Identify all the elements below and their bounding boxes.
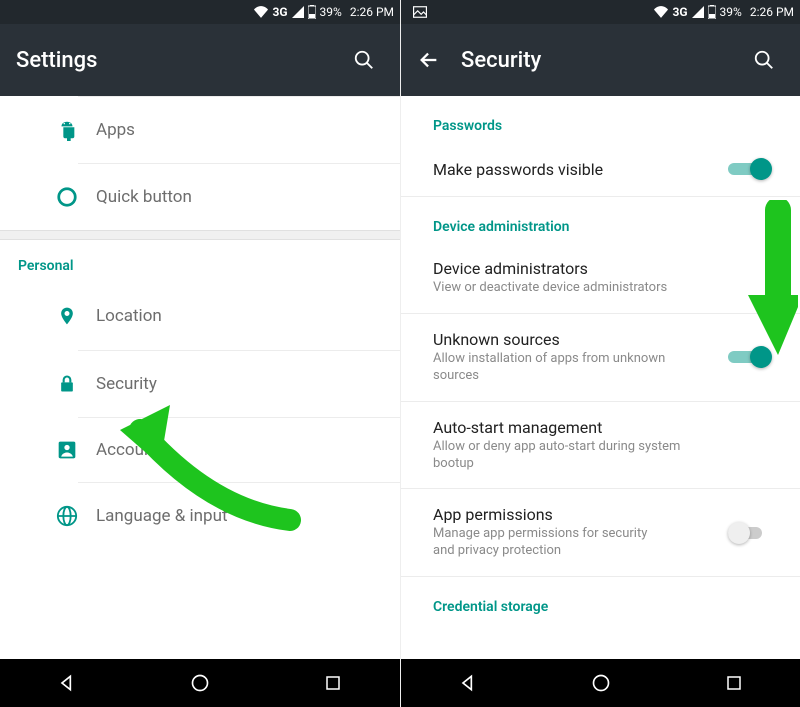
account-icon [38, 440, 96, 460]
settings-list: Apps Quick button Personal Location [0, 96, 400, 659]
row-label: Quick button [96, 187, 192, 207]
status-bar: 3G 39% 2:26 PM [0, 0, 400, 24]
search-icon[interactable] [744, 40, 784, 80]
pref-title: Auto-start management [433, 418, 708, 437]
security-screen: 3G 39% 2:26 PM Security Passwords Make p… [400, 0, 800, 707]
row-security[interactable]: Security [78, 350, 400, 417]
status-bar: 3G 39% 2:26 PM [401, 0, 800, 24]
nav-home[interactable] [170, 663, 230, 703]
nav-back[interactable] [37, 663, 97, 703]
pref-app-permissions[interactable]: App permissions Manage app permissions f… [401, 489, 800, 577]
circle-icon [38, 186, 96, 208]
toolbar: Settings [0, 24, 400, 96]
switch-passwords-visible[interactable] [728, 158, 768, 180]
pref-subtitle: Manage app permissions for security and … [433, 526, 668, 560]
settings-screen: 3G 39% 2:26 PM Settings Apps [0, 0, 400, 707]
pref-unknown-sources[interactable]: Unknown sources Allow installation of ap… [401, 314, 800, 402]
row-location[interactable]: Location [78, 282, 400, 350]
signal-icon [692, 6, 704, 18]
pref-title: App permissions [433, 505, 668, 524]
row-quick-button[interactable]: Quick button [78, 163, 400, 230]
search-icon[interactable] [344, 40, 384, 80]
pref-auto-start[interactable]: Auto-start management Allow or deny app … [401, 402, 800, 490]
picture-icon [413, 6, 427, 18]
section-header-device-admin: Device administration [401, 197, 800, 243]
battery-icon [308, 5, 316, 19]
section-divider [0, 230, 400, 240]
pref-subtitle: Allow installation of apps from unknown … [433, 351, 668, 385]
pref-device-administrators[interactable]: Device administrators View or deactivate… [401, 243, 800, 314]
pref-title: Device administrators [433, 259, 708, 278]
network-label: 3G [272, 5, 287, 19]
row-language-input[interactable]: Language & input [78, 482, 400, 549]
section-header-passwords: Passwords [401, 96, 800, 142]
nav-bar [401, 659, 800, 707]
row-label: Accounts [96, 440, 168, 460]
battery-icon [708, 5, 716, 19]
section-header-personal: Personal [0, 240, 400, 282]
battery-percent: 39% [720, 5, 742, 19]
nav-bar [0, 659, 400, 707]
pref-title: Make passwords visible [433, 160, 668, 179]
pref-subtitle: Allow or deny app auto-start during syst… [433, 439, 708, 473]
toolbar: Security [401, 24, 800, 96]
nav-back[interactable] [438, 663, 498, 703]
page-title: Settings [16, 48, 344, 73]
row-label: Location [96, 306, 162, 326]
network-label: 3G [672, 5, 687, 19]
globe-icon [38, 505, 96, 527]
nav-recent[interactable] [704, 663, 764, 703]
nav-home[interactable] [571, 663, 631, 703]
android-icon [38, 119, 96, 141]
wifi-icon [654, 6, 668, 18]
clock: 2:26 PM [750, 5, 794, 19]
row-label: Language & input [96, 506, 228, 526]
security-list: Passwords Make passwords visible Device … [401, 96, 800, 659]
page-title: Security [461, 48, 744, 73]
location-pin-icon [38, 304, 96, 328]
switch-unknown-sources[interactable] [728, 346, 768, 368]
row-accounts[interactable]: Accounts [78, 417, 400, 482]
section-header-credential-storage: Credential storage [401, 577, 800, 623]
battery-percent: 39% [320, 5, 342, 19]
row-label: Security [96, 374, 157, 394]
wifi-icon [254, 6, 268, 18]
pref-subtitle: View or deactivate device administrators [433, 280, 708, 297]
signal-icon [292, 6, 304, 18]
clock: 2:26 PM [350, 5, 394, 19]
pref-passwords-visible[interactable]: Make passwords visible [401, 142, 800, 197]
lock-icon [38, 373, 96, 395]
back-arrow-icon[interactable] [409, 40, 449, 80]
switch-app-permissions[interactable] [728, 522, 768, 544]
nav-recent[interactable] [303, 663, 363, 703]
row-label: Apps [96, 120, 135, 140]
row-apps[interactable]: Apps [78, 96, 400, 163]
pref-title: Unknown sources [433, 330, 668, 349]
